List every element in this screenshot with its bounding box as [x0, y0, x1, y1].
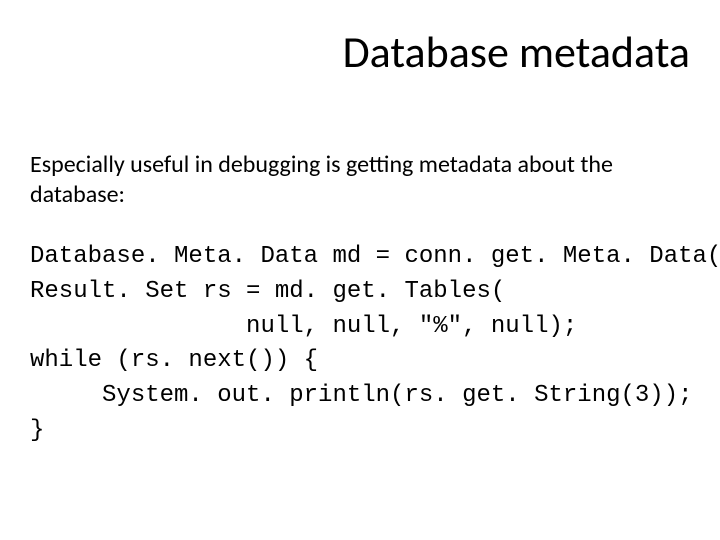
intro-text: Especially useful in debugging is gettin…	[30, 150, 690, 210]
slide-body: Especially useful in debugging is gettin…	[30, 150, 690, 449]
code-block: Database. Meta. Data md = conn. get. Met…	[30, 240, 690, 449]
slide-title: Database metadata	[343, 28, 690, 76]
slide: Database metadata Especially useful in d…	[0, 0, 720, 540]
